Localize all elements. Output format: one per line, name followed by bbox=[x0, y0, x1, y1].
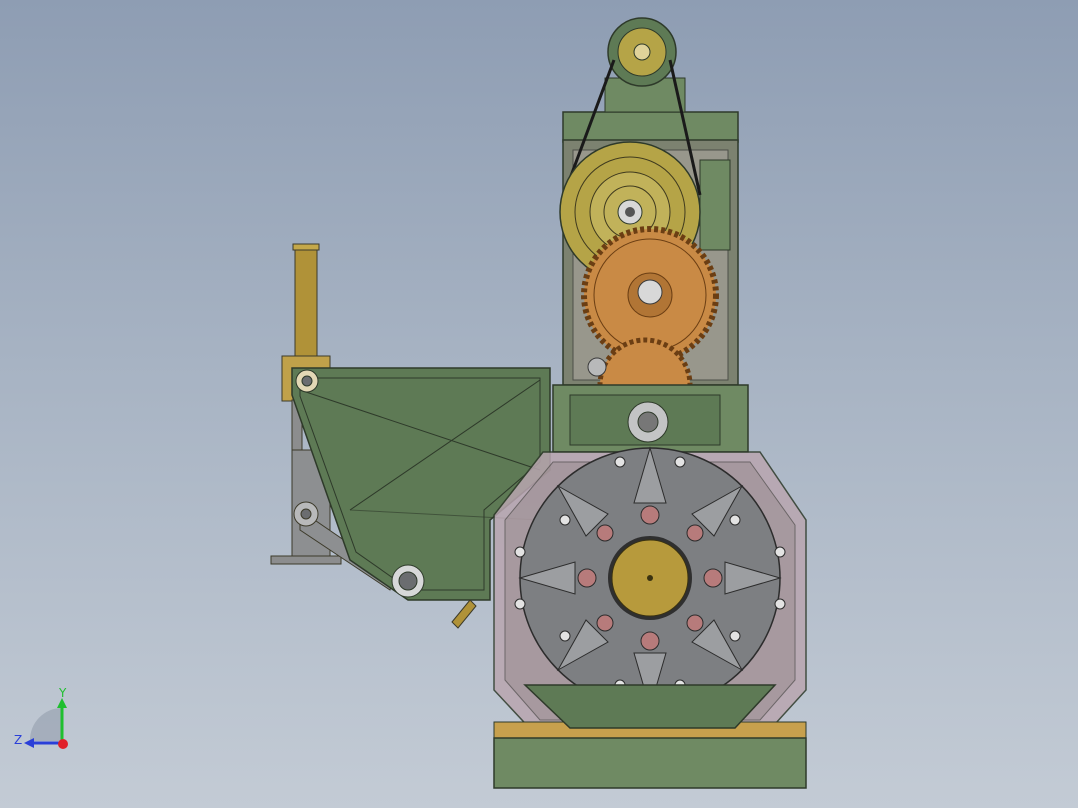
z-axis-arrowhead bbox=[24, 738, 34, 748]
y-axis-label: Y bbox=[58, 686, 67, 700]
disk-hub[interactable] bbox=[608, 536, 692, 620]
triad-plane bbox=[29, 708, 62, 741]
drive-motor[interactable] bbox=[604, 17, 686, 113]
coordinate-triad: Y Z bbox=[14, 686, 68, 749]
z-axis-label: Z bbox=[14, 733, 22, 747]
machine-assembly-model[interactable] bbox=[0, 0, 1078, 808]
bearing-block[interactable] bbox=[552, 384, 749, 453]
cad-viewport[interactable]: Y Z bbox=[0, 0, 1078, 808]
x-axis-dot bbox=[58, 739, 68, 749]
discharge-chute[interactable] bbox=[523, 684, 777, 729]
